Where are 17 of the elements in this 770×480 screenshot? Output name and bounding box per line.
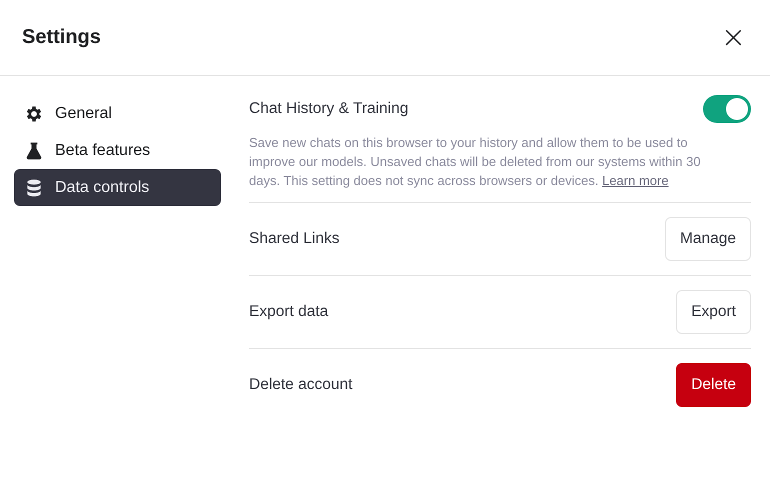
- setting-label: Chat History & Training: [249, 100, 408, 118]
- action-button[interactable]: Manage: [664, 217, 751, 261]
- window-title: Settings: [22, 26, 101, 49]
- learn-more-link[interactable]: Learn more: [602, 173, 669, 188]
- action-button[interactable]: Export: [676, 290, 751, 334]
- setting-label: Shared Links: [249, 230, 340, 248]
- setting-label: Export data: [249, 303, 328, 321]
- sidebar-item[interactable]: General: [14, 95, 221, 132]
- setting-description: Save new chats on this browser to your history and allow them to be used to improve our models. Unsaved chats will be deleted from our systems within 30 days. This setting does not sync across browsers or devices. Learn more: [249, 134, 702, 190]
- sidebar-item[interactable]: Beta features: [14, 132, 221, 169]
- sidebar-item[interactable]: Data controls: [14, 169, 221, 206]
- setting-label: Delete account: [249, 376, 352, 394]
- flask-icon: [24, 140, 44, 160]
- gear-icon: [24, 104, 44, 124]
- toggle-switch[interactable]: [703, 95, 751, 123]
- delete-button[interactable]: Delete: [676, 363, 751, 407]
- close-button[interactable]: ×: [716, 22, 750, 52]
